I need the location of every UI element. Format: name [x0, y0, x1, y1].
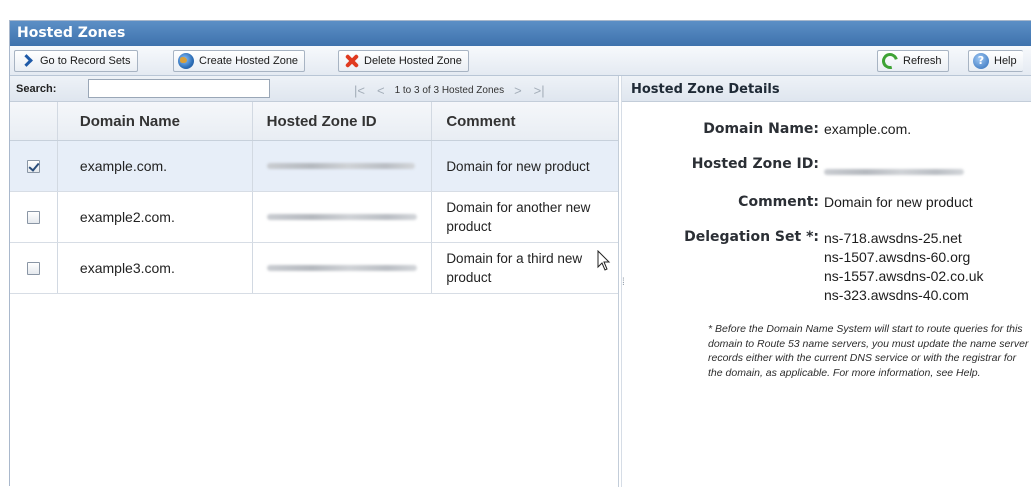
name-server-2: ns-1507.awsdns-60.org — [824, 249, 971, 265]
hosted-zone-id-cell — [253, 192, 433, 242]
create-hosted-zone-label: Create Hosted Zone — [199, 55, 299, 67]
chevron-right-icon — [19, 53, 35, 69]
go-to-record-sets-button[interactable]: Go to Record Sets — [14, 50, 138, 72]
create-hosted-zone-button[interactable]: Create Hosted Zone — [173, 50, 306, 72]
next-page-button[interactable]: > — [514, 83, 522, 98]
comment-cell: Domain for a third new product — [446, 251, 583, 285]
pager: |< < 1 to 3 of 3 Hosted Zones > >| — [348, 82, 551, 98]
row-checkbox[interactable] — [26, 159, 40, 173]
refresh-label: Refresh — [903, 55, 942, 67]
domain-name-cell: example3.com. — [58, 243, 253, 293]
search-label: Search: — [16, 83, 57, 95]
help-icon: ? — [973, 53, 989, 69]
redacted-zone-id — [824, 169, 964, 175]
comment-cell: Domain for new product — [446, 158, 590, 174]
delete-hosted-zone-button[interactable]: Delete Hosted Zone — [338, 50, 469, 72]
help-label: Help — [994, 55, 1017, 67]
domain-name-label: Domain Name: — [703, 121, 819, 137]
comment-label: Comment: — [738, 194, 819, 210]
column-header-domain-name[interactable]: Domain Name — [58, 102, 253, 140]
name-server-3: ns-1557.awsdns-02.co.uk — [824, 268, 984, 284]
name-server-1: ns-718.awsdns-25.net — [824, 230, 962, 246]
hosted-zone-id-cell — [253, 141, 433, 191]
globe-icon — [178, 53, 194, 69]
delegation-set-label: Delegation Set *: — [684, 229, 819, 245]
red-x-icon — [343, 53, 359, 69]
row-checkbox[interactable] — [26, 261, 40, 275]
row-checkbox[interactable] — [26, 210, 40, 224]
comment-cell: Domain for another new product — [446, 200, 591, 234]
hosted-zones-window: Hosted Zones Go to Record Sets Create Ho… — [9, 20, 1031, 487]
last-page-button[interactable]: >| — [534, 83, 545, 98]
hosted-zones-list-panel: Search: |< < 1 to 3 of 3 Hosted Zones > … — [10, 76, 619, 487]
column-header-comment[interactable]: Comment — [432, 102, 618, 140]
table-row[interactable]: example.com. Domain for new product — [10, 141, 618, 192]
panel-splitter-handle[interactable]: ⁞ — [622, 277, 625, 291]
domain-name-cell: example.com. — [58, 141, 253, 191]
delegation-note: * Before the Domain Name System will sta… — [708, 323, 1029, 379]
hosted-zone-id-label: Hosted Zone ID: — [691, 156, 819, 172]
table-row[interactable]: example3.com. Domain for a third new pro… — [10, 243, 618, 294]
mouse-cursor-icon — [597, 250, 611, 271]
refresh-button[interactable]: Refresh — [877, 50, 949, 72]
name-server-4: ns-323.awsdns-40.com — [824, 287, 969, 303]
help-button[interactable]: ? Help — [968, 50, 1023, 72]
refresh-icon — [879, 50, 901, 72]
previous-page-button[interactable]: < — [377, 83, 385, 98]
select-column-header — [10, 102, 58, 140]
hosted-zones-table: Domain Name Hosted Zone ID Comment examp… — [10, 102, 618, 294]
first-page-button[interactable]: |< — [354, 83, 365, 98]
domain-name-cell: example2.com. — [58, 192, 253, 242]
pager-status: 1 to 3 of 3 Hosted Zones — [394, 84, 505, 96]
toolbar: Go to Record Sets Create Hosted Zone Del… — [10, 46, 1031, 76]
column-header-hosted-zone-id[interactable]: Hosted Zone ID — [253, 102, 433, 140]
details-header: Hosted Zone Details — [622, 76, 1031, 102]
hosted-zone-id-cell — [253, 243, 433, 293]
window-title: Hosted Zones — [10, 21, 1031, 46]
hosted-zone-details-panel: Hosted Zone Details Domain Name: example… — [621, 76, 1031, 487]
redacted-zone-id — [266, 163, 415, 169]
domain-name-value: example.com. — [824, 121, 912, 137]
search-input[interactable] — [88, 79, 270, 98]
table-row[interactable]: example2.com. Domain for another new pro… — [10, 192, 618, 243]
comment-value: Domain for new product — [824, 194, 973, 210]
redacted-zone-id — [266, 265, 417, 271]
go-to-record-sets-label: Go to Record Sets — [40, 55, 131, 67]
search-bar: Search: |< < 1 to 3 of 3 Hosted Zones > … — [10, 76, 618, 102]
redacted-zone-id — [266, 214, 417, 220]
hosted-zone-id-value — [824, 162, 964, 178]
table-header-row: Domain Name Hosted Zone ID Comment — [10, 102, 618, 141]
delete-hosted-zone-label: Delete Hosted Zone — [364, 55, 462, 67]
